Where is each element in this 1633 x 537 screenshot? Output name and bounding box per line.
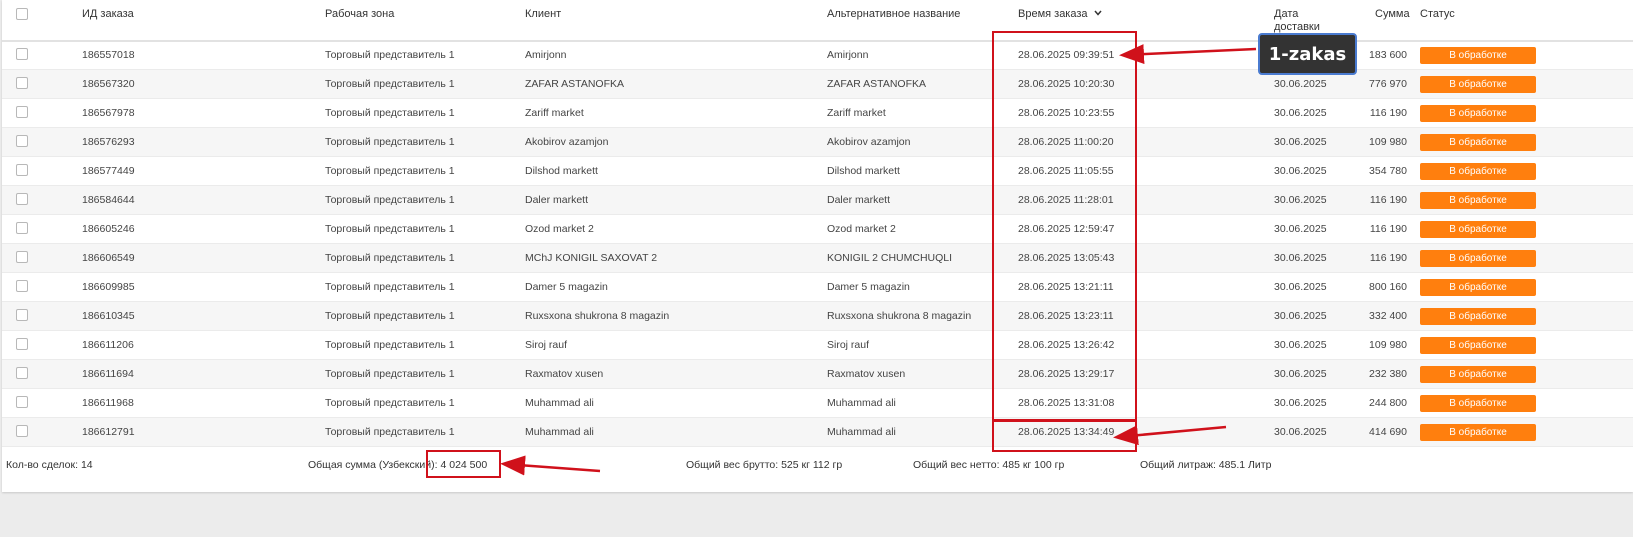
annotation-arrows	[500, 44, 1257, 476]
arrow-to-first-order	[1119, 44, 1257, 65]
arrow-to-total-sum	[500, 455, 601, 476]
arrow-to-last-order	[1113, 425, 1227, 446]
